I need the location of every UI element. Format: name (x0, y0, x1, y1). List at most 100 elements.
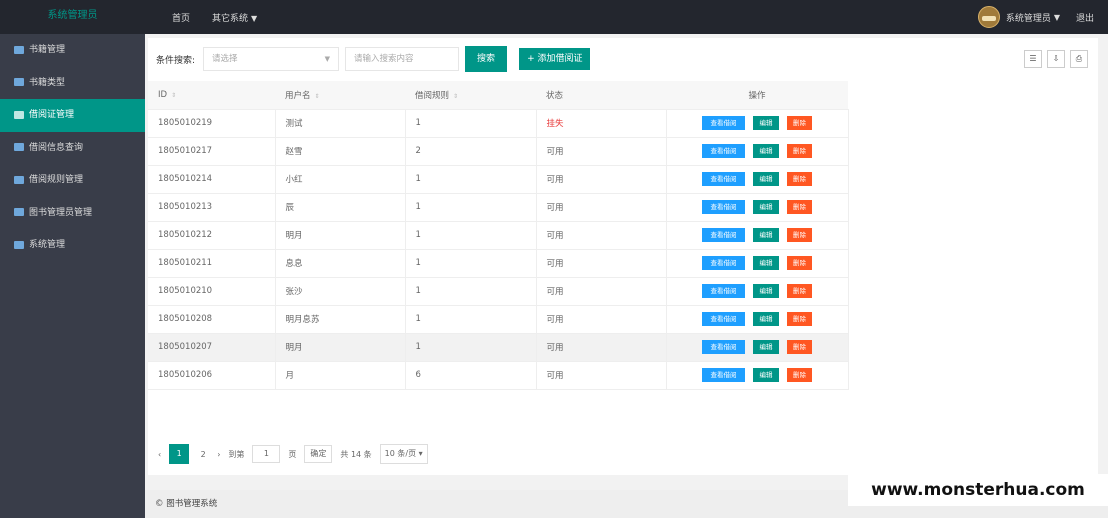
cell-username: 明月息苏 (275, 305, 406, 334)
view-borrow-button[interactable]: 查看借阅 (702, 144, 745, 158)
edit-button[interactable]: 编辑 (753, 144, 779, 158)
edit-button[interactable]: 编辑 (753, 312, 779, 326)
table-row: 1805010213 辰 1 可用 查看借阅 编辑 删除 (148, 193, 849, 222)
view-borrow-button[interactable]: 查看借阅 (702, 368, 745, 382)
cell-id: 1805010207 (148, 333, 276, 362)
page-1-button[interactable]: 1 (169, 444, 190, 464)
add-card-button[interactable]: + 添加借阅证 (519, 48, 591, 70)
cell-rule: 1 (405, 193, 537, 222)
header-label: ID (158, 89, 168, 100)
view-borrow-button[interactable]: 查看借阅 (702, 116, 745, 130)
view-borrow-button[interactable]: 查看借阅 (702, 256, 745, 270)
edit-button[interactable]: 编辑 (753, 116, 779, 130)
total-count: 共 14 条 (340, 449, 372, 459)
edit-button[interactable]: 编辑 (753, 340, 779, 354)
edit-button[interactable]: 编辑 (753, 200, 779, 214)
sidebar-item-library-cards[interactable]: 借阅证管理 (0, 99, 145, 132)
view-borrow-button[interactable]: 查看借阅 (702, 172, 745, 186)
view-borrow-button[interactable]: 查看借阅 (702, 340, 745, 354)
edit-button[interactable]: 编辑 (753, 228, 779, 242)
sidebar-item-borrow-query[interactable]: 借阅信息查询 (0, 132, 145, 165)
page-input[interactable]: 1 (252, 445, 281, 463)
search-input[interactable]: 请输入搜索内容 (345, 47, 460, 71)
main-content: 条件搜索: 请选择 ▼ 请输入搜索内容 搜索 + 添加借阅证 ☰ ⇩ ⎙ ID ⇕ … (145, 34, 1108, 518)
page-confirm-button[interactable]: 确定 (304, 445, 333, 463)
sidebar-item-borrow-rules[interactable]: 借阅规则管理 (0, 164, 145, 197)
delete-button[interactable]: 删除 (787, 284, 812, 298)
sidebar-item-system[interactable]: 系统管理 (0, 229, 145, 262)
user-name: 系统管理员 (1005, 13, 1051, 24)
sidebar-item-librarians[interactable]: 图书管理员管理 (0, 197, 145, 230)
cell-username: 明月 (275, 221, 406, 250)
header-id[interactable]: ID ⇕ (148, 81, 275, 110)
edit-button[interactable]: 编辑 (753, 256, 779, 270)
cell-status: 可用 (536, 305, 667, 334)
sidebar-item-books[interactable]: 书籍管理 (0, 34, 145, 67)
cell-status: 挂失 (536, 109, 667, 138)
table-row: 1805010208 明月息苏 1 可用 查看借阅 编辑 删除 (148, 305, 849, 334)
table-row: 1805010219 测试 1 挂失 查看借阅 编辑 删除 (148, 109, 849, 138)
prev-page-button[interactable]: ‹ (158, 450, 161, 459)
header-username[interactable]: 用户名 ⇕ (275, 81, 405, 110)
delete-button[interactable]: 删除 (787, 256, 812, 270)
delete-button[interactable]: 删除 (787, 172, 812, 186)
delete-button[interactable]: 删除 (787, 228, 812, 242)
table-row: 1805010217 赵雪 2 可用 查看借阅 编辑 删除 (148, 137, 849, 166)
cell-actions: 查看借阅 编辑 删除 (666, 277, 849, 306)
view-borrow-button[interactable]: 查看借阅 (702, 228, 745, 242)
sidebar-item-label: 图书管理员管理 (29, 207, 93, 218)
top-bar: 系统管理员 首页 其它系统 ▼ 系统管理员 ▼ 退出 (0, 0, 1108, 34)
cell-id: 1805010217 (148, 137, 276, 166)
header-rule[interactable]: 借阅规则 ⇕ (405, 81, 536, 110)
cell-username: 张沙 (275, 277, 406, 306)
page-size-value: 10 条/页 (384, 449, 417, 458)
search-button[interactable]: 搜索 (465, 46, 508, 72)
delete-button[interactable]: 删除 (787, 116, 812, 130)
table-panel: 条件搜索: 请选择 ▼ 请输入搜索内容 搜索 + 添加借阅证 ☰ ⇩ ⎙ ID ⇕ … (148, 38, 1098, 475)
user-menu[interactable]: 系统管理员 ▼ (977, 6, 1060, 28)
sidebar-item-label: 借阅信息查询 (29, 142, 84, 153)
delete-button[interactable]: 删除 (787, 144, 812, 158)
table-row: 1805010207 明月 1 可用 查看借阅 编辑 删除 (148, 333, 849, 362)
condition-select[interactable]: 请选择 ▼ (203, 47, 340, 71)
cell-status: 可用 (536, 249, 667, 278)
cell-id: 1805010214 (148, 165, 276, 194)
cell-actions: 查看借阅 编辑 删除 (666, 333, 849, 362)
page-unit-label: 页 (288, 449, 297, 459)
cell-status: 可用 (536, 277, 667, 306)
delete-button[interactable]: 删除 (787, 340, 812, 354)
cell-rule: 2 (405, 137, 537, 166)
cell-actions: 查看借阅 编辑 删除 (666, 109, 849, 138)
view-borrow-button[interactable]: 查看借阅 (702, 312, 745, 326)
edit-button[interactable]: 编辑 (753, 172, 779, 186)
nav-other-systems[interactable]: 其它系统 ▼ (212, 11, 257, 24)
top-nav: 首页 其它系统 ▼ (172, 0, 257, 34)
user-area: 系统管理员 ▼ 退出 (977, 0, 1094, 34)
export-icon[interactable]: ⇩ (1047, 50, 1065, 68)
columns-icon[interactable]: ☰ (1024, 50, 1042, 68)
view-borrow-button[interactable]: 查看借阅 (702, 284, 745, 298)
print-icon[interactable]: ⎙ (1070, 50, 1088, 68)
table-row: 1805010206 月 6 可用 查看借阅 编辑 删除 (148, 361, 849, 390)
cell-actions: 查看借阅 编辑 删除 (666, 249, 849, 278)
cell-actions: 查看借阅 编辑 删除 (666, 165, 849, 194)
cell-username: 测试 (275, 109, 406, 138)
page-size-select[interactable]: 10 条/页 ▾ (379, 444, 428, 464)
app-logo[interactable]: 系统管理员 (0, 0, 145, 34)
delete-button[interactable]: 删除 (787, 312, 812, 326)
edit-button[interactable]: 编辑 (753, 368, 779, 382)
view-borrow-button[interactable]: 查看借阅 (702, 200, 745, 214)
table-row: 1805010212 明月 1 可用 查看借阅 编辑 删除 (148, 221, 849, 250)
sidebar-item-label: 书籍管理 (29, 45, 66, 55)
next-page-button[interactable]: › (217, 450, 220, 459)
delete-button[interactable]: 删除 (787, 368, 812, 382)
nav-home[interactable]: 首页 (172, 11, 190, 24)
sidebar-item-book-types[interactable]: 书籍类型 (0, 67, 145, 100)
sidebar-item-label: 借阅证管理 (29, 110, 75, 120)
delete-button[interactable]: 删除 (787, 200, 812, 214)
header-status: 状态 (536, 81, 666, 110)
logout-link[interactable]: 退出 (1076, 11, 1094, 24)
table-row: 1805010210 张沙 1 可用 查看借阅 编辑 删除 (148, 277, 849, 306)
edit-button[interactable]: 编辑 (753, 284, 779, 298)
page-2-button[interactable]: 2 (197, 450, 209, 459)
